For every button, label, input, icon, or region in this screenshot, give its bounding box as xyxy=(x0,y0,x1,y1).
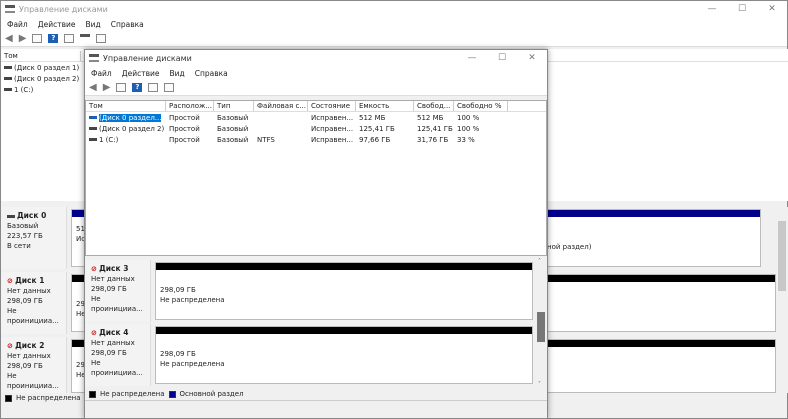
volume-icon xyxy=(89,116,97,119)
disk-info[interactable]: Диск 0 Базовый 223,57 ГБ В сети xyxy=(1,207,67,269)
title-bar: Управление дисками xyxy=(1,1,787,17)
disk-management-icon xyxy=(5,5,15,13)
disk-icon[interactable] xyxy=(80,34,91,43)
disk-info[interactable]: ⊘ Диск 1 Нет данных 298,09 ГБ Не проиницииа… xyxy=(1,272,67,334)
disk-management-icon xyxy=(89,54,99,62)
volume-icon xyxy=(89,138,97,141)
back-icon[interactable]: ◀ xyxy=(5,34,13,44)
volume-icon xyxy=(89,127,97,130)
scroll-up-icon[interactable]: ˄ xyxy=(538,258,541,265)
menu-file[interactable]: Файл xyxy=(91,69,112,78)
properties-icon[interactable] xyxy=(96,34,107,43)
vertical-scrollbar[interactable]: ˄ ˅ xyxy=(535,258,547,388)
properties-icon[interactable] xyxy=(164,83,175,92)
unallocated-bar xyxy=(156,263,532,270)
column-layout[interactable]: Располож... xyxy=(166,101,214,111)
window-title: Управление дисками xyxy=(19,4,108,14)
unallocated-swatch xyxy=(89,390,96,398)
offline-disk-icon: ⊘ xyxy=(91,329,97,337)
table-row[interactable]: (Диск 0 раздел 2) Простой Базовый Исправен… xyxy=(86,123,546,134)
column-status[interactable]: Состояние xyxy=(308,101,356,111)
maximize-button[interactable]: ☐ xyxy=(727,1,757,17)
window-title: Управление дисками xyxy=(103,53,192,63)
minimize-button[interactable]: — xyxy=(457,50,487,66)
volume-icon xyxy=(4,66,12,69)
disk-icon xyxy=(7,214,15,218)
disk-4-row: ⊘ Диск 4 Нет данных 298,09 ГБ Не проиницииа… xyxy=(85,324,535,386)
status-bar xyxy=(85,400,547,418)
help-icon[interactable]: ? xyxy=(132,83,143,92)
list-header: Том Располож... Тип Файловая с... Состоя… xyxy=(86,101,546,112)
legend: Не распределена Основной раздел xyxy=(89,390,244,398)
offline-disk-icon: ⊘ xyxy=(91,265,97,273)
unallocated-bar xyxy=(156,327,532,334)
offline-disk-icon: ⊘ xyxy=(7,342,13,350)
volume-list: Том Располож... Тип Файловая с... Состоя… xyxy=(85,100,547,256)
column-volume[interactable]: Том xyxy=(86,101,166,111)
help-icon[interactable]: ? xyxy=(48,34,59,43)
forward-icon[interactable]: ▶ xyxy=(19,34,27,44)
console-tree-icon[interactable] xyxy=(32,34,43,43)
disk-3-row: ⊘ Диск 3 Нет данных 298,09 ГБ Не проиницииа… xyxy=(85,260,535,322)
toolbar: ◀ ▶ ? xyxy=(85,80,547,96)
column-volume[interactable]: Том xyxy=(1,51,81,61)
vertical-scrollbar[interactable] xyxy=(776,207,788,393)
column-free-percent[interactable]: Свободно % xyxy=(454,101,508,111)
toolbar: ◀ ▶ ? xyxy=(1,31,787,47)
close-button[interactable]: ✕ xyxy=(757,1,787,17)
offline-disk-icon: ⊘ xyxy=(7,277,13,285)
action-pane-icon[interactable] xyxy=(64,34,75,43)
disk-info[interactable]: ⊘ Диск 3 Нет данных 298,09 ГБ Не проиницииа… xyxy=(85,260,151,322)
menu-view[interactable]: Вид xyxy=(169,69,184,78)
maximize-button[interactable]: ☐ xyxy=(487,50,517,66)
close-button[interactable]: ✕ xyxy=(517,50,547,66)
disk-info[interactable]: ⊘ Диск 2 Нет данных 298,09 ГБ Не проиницииа… xyxy=(1,337,67,393)
table-row[interactable]: (Диск 0 раздел... Простой Базовый Исправен… xyxy=(86,112,546,123)
disk-info[interactable]: ⊘ Диск 4 Нет данных 298,09 ГБ Не проиницииа… xyxy=(85,324,151,386)
primary-swatch xyxy=(168,390,176,398)
back-icon[interactable]: ◀ xyxy=(89,83,97,93)
minimize-button[interactable]: — xyxy=(697,1,727,17)
column-type[interactable]: Тип xyxy=(214,101,254,111)
volume-icon xyxy=(4,77,12,80)
menu-view[interactable]: Вид xyxy=(85,20,100,29)
menu-bar: Файл Действие Вид Справка xyxy=(85,66,547,80)
console-tree-icon[interactable] xyxy=(116,83,127,92)
legend: Не распределена xyxy=(5,394,92,402)
menu-file[interactable]: Файл xyxy=(7,20,28,29)
menu-action[interactable]: Действие xyxy=(122,69,160,78)
menu-help[interactable]: Справка xyxy=(195,69,228,78)
forward-icon[interactable]: ▶ xyxy=(103,83,111,93)
action-pane-icon[interactable] xyxy=(148,83,159,92)
menu-bar: Файл Действие Вид Справка xyxy=(1,17,787,31)
partition[interactable]: 298,09 ГБ Не распределена xyxy=(155,326,533,384)
column-free[interactable]: Свобод... xyxy=(414,101,454,111)
column-filesystem[interactable]: Файловая с... xyxy=(254,101,308,111)
partition[interactable]: 298,09 ГБ Не распределена xyxy=(155,262,533,320)
menu-help[interactable]: Справка xyxy=(111,20,144,29)
unallocated-swatch xyxy=(5,394,12,402)
foreground-window: Управление дисками — ☐ ✕ Файл Действие В… xyxy=(84,49,548,419)
table-row[interactable]: 1 (C:) Простой Базовый NTFS Исправен... 97,6… xyxy=(86,134,546,145)
volume-icon xyxy=(4,88,12,91)
scroll-down-icon[interactable]: ˅ xyxy=(538,381,541,388)
column-capacity[interactable]: Емкость xyxy=(356,101,414,111)
menu-action[interactable]: Действие xyxy=(38,20,76,29)
